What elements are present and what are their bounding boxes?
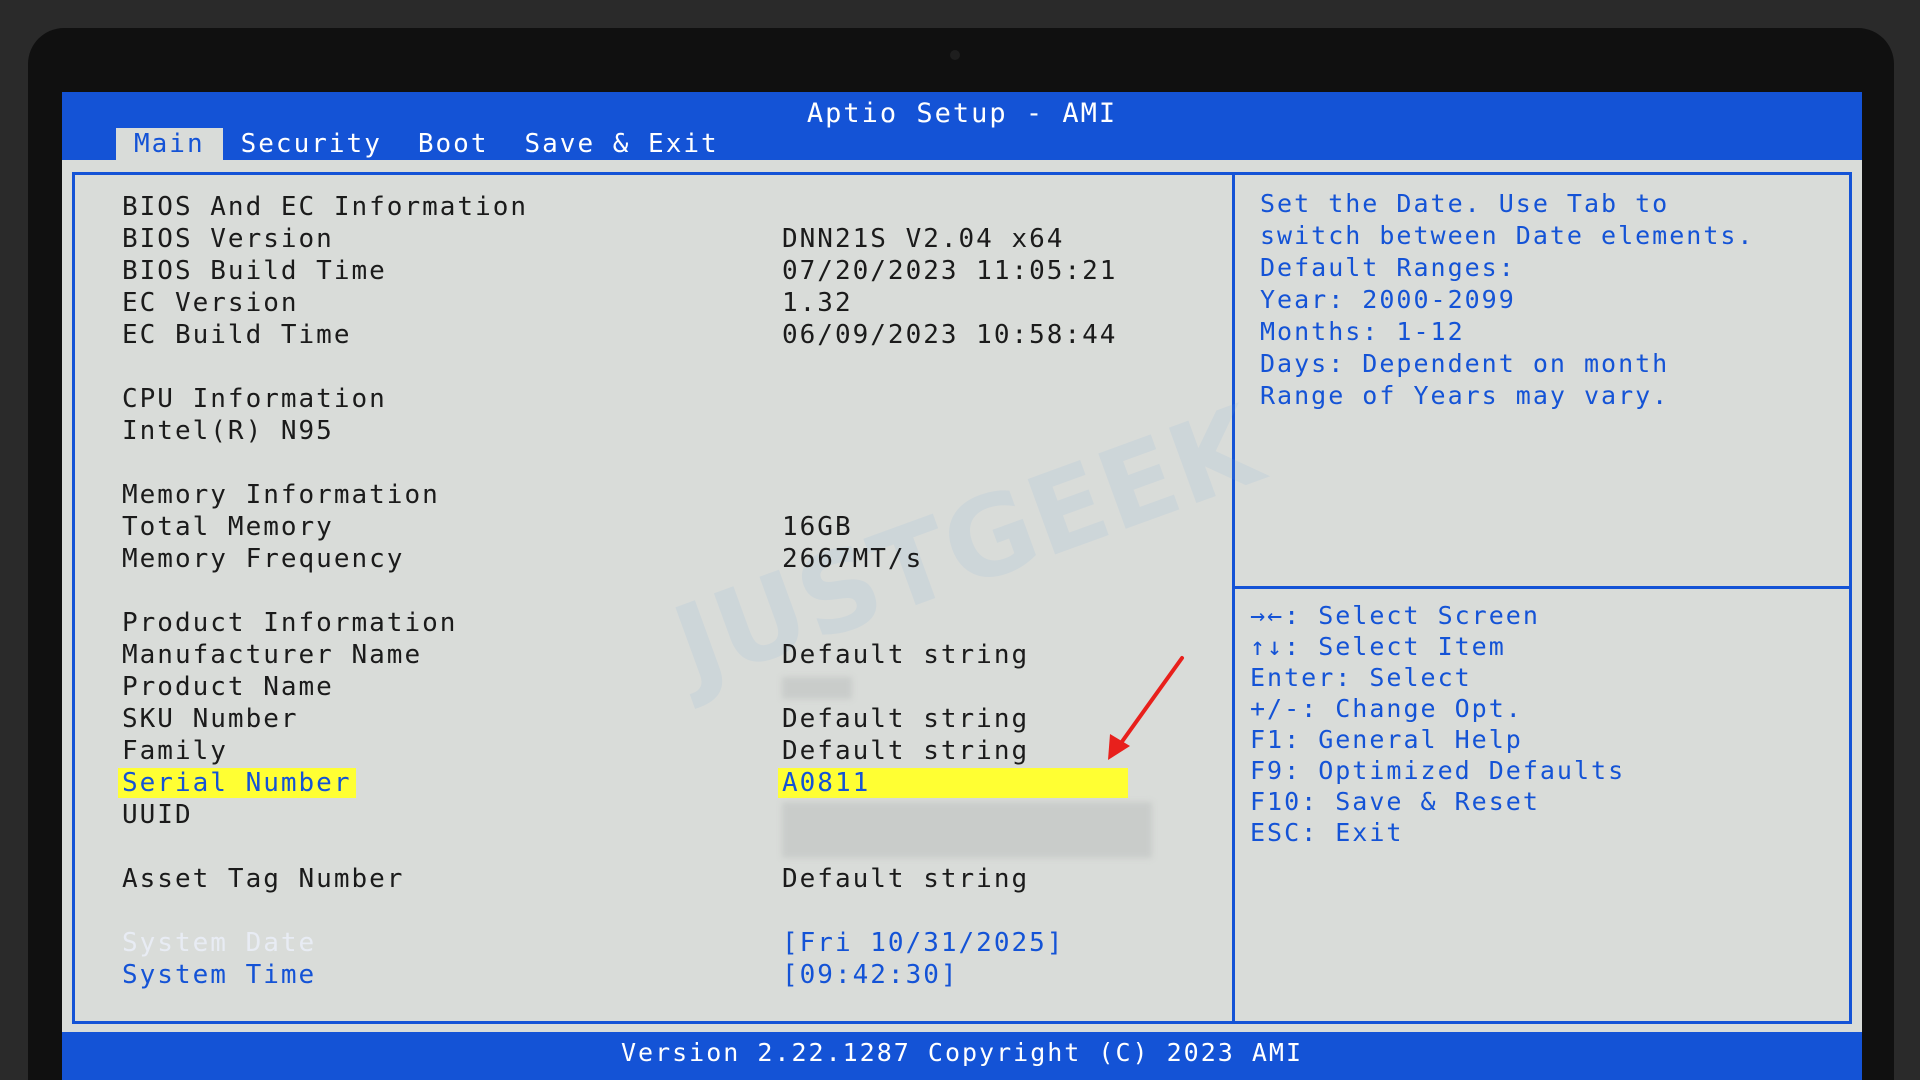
key-legend: →←: Select Screen ↑↓: Select Item Enter:… xyxy=(1250,600,1840,848)
system-time-label[interactable]: System Time xyxy=(118,960,320,990)
system-time-row[interactable]: System Time [09:42:30] xyxy=(118,960,957,992)
serial-number-row[interactable]: Serial Number A0811 xyxy=(118,768,1128,800)
ec-build-time-label: EC Build Time xyxy=(122,320,352,350)
tab-boot[interactable]: Boot xyxy=(400,128,507,160)
tab-main[interactable]: Main xyxy=(116,128,223,160)
total-memory-value: 16GB xyxy=(782,512,853,542)
help-line: Days: Dependent on month xyxy=(1260,349,1670,378)
webcam xyxy=(950,50,960,60)
product-header-row: Product Information xyxy=(118,608,455,640)
footer-bar: Version 2.22.1287 Copyright (C) 2023 AMI xyxy=(62,1032,1862,1080)
family-value: Default string xyxy=(782,736,1030,766)
bios-build-time-row: BIOS Build Time 07/20/2023 11:05:21 xyxy=(118,256,1115,288)
red-arrow-icon xyxy=(1108,656,1184,760)
help-line: Range of Years may vary. xyxy=(1260,381,1670,410)
system-time-value[interactable]: [09:42:30] xyxy=(778,960,963,990)
help-text: Set the Date. Use Tab to switch between … xyxy=(1260,188,1840,412)
uuid-value-redacted xyxy=(778,800,1156,865)
asset-tag-row: Asset Tag Number Default string xyxy=(118,864,1027,896)
total-memory-row: Total Memory 16GB xyxy=(118,512,851,544)
system-date-value[interactable]: [Fri 10/31/2025] xyxy=(778,928,1068,958)
app-title: Aptio Setup - AMI xyxy=(806,98,1118,129)
ec-version-row: EC Version 1.32 xyxy=(118,288,851,320)
memory-frequency-label: Memory Frequency xyxy=(122,544,405,574)
title-bar: Aptio Setup - AMI Main Security Boot Sav… xyxy=(62,92,1862,160)
product-name-row: Product Name xyxy=(118,672,852,704)
product-header: Product Information xyxy=(122,608,458,638)
ec-version-label: EC Version xyxy=(122,288,299,318)
help-divider xyxy=(1235,586,1852,589)
cpu-name: Intel(R) N95 xyxy=(122,416,334,446)
help-line: switch between Date elements. xyxy=(1260,221,1755,250)
asset-tag-label: Asset Tag Number xyxy=(122,864,405,894)
memory-frequency-value: 2667MT/s xyxy=(782,544,924,574)
redaction-blur xyxy=(782,677,852,699)
vertical-divider xyxy=(1232,172,1235,1024)
manufacturer-name-value: Default string xyxy=(782,640,1030,670)
bios-version-row: BIOS Version DNN21S V2.04 x64 xyxy=(118,224,1062,256)
key-exit: ESC: Exit xyxy=(1250,818,1404,847)
redaction-blur xyxy=(782,802,1152,858)
help-line: Default Ranges: xyxy=(1260,253,1516,282)
bios-build-time-label: BIOS Build Time xyxy=(122,256,387,286)
asset-tag-value: Default string xyxy=(782,864,1030,894)
family-row: Family Default string xyxy=(118,736,1027,768)
tab-bar: Main Security Boot Save & Exit xyxy=(116,128,737,160)
key-save-reset: F10: Save & Reset xyxy=(1250,787,1540,816)
uuid-label: UUID xyxy=(122,800,193,830)
memory-header: Memory Information xyxy=(122,480,440,510)
sku-number-label: SKU Number xyxy=(122,704,299,734)
total-memory-label: Total Memory xyxy=(122,512,334,542)
key-enter-select: Enter: Select xyxy=(1250,663,1472,692)
system-date-label[interactable]: System Date xyxy=(118,928,320,958)
help-line: Year: 2000-2099 xyxy=(1260,285,1516,314)
key-select-screen: →←: Select Screen xyxy=(1250,601,1540,630)
bios-ec-header: BIOS And EC Information xyxy=(122,192,529,222)
key-general-help: F1: General Help xyxy=(1250,725,1523,754)
tab-security[interactable]: Security xyxy=(223,128,400,160)
memory-header-row: Memory Information xyxy=(118,480,438,512)
ec-build-time-row: EC Build Time 06/09/2023 10:58:44 xyxy=(118,320,1115,352)
help-line: Set the Date. Use Tab to xyxy=(1260,189,1670,218)
cpu-name-row: Intel(R) N95 xyxy=(118,416,332,448)
sku-number-row: SKU Number Default string xyxy=(118,704,1027,736)
cpu-header: CPU Information xyxy=(122,384,387,414)
bios-build-time-value: 07/20/2023 11:05:21 xyxy=(782,256,1118,286)
product-name-value-redacted xyxy=(778,672,856,706)
system-date-row[interactable]: System Date [Fri 10/31/2025] xyxy=(118,928,1062,960)
sku-number-value: Default string xyxy=(782,704,1030,734)
bios-ec-header-row: BIOS And EC Information xyxy=(118,192,526,224)
cpu-header-row: CPU Information xyxy=(118,384,385,416)
key-change-opt: +/-: Change Opt. xyxy=(1250,694,1523,723)
ec-version-value: 1.32 xyxy=(782,288,853,318)
product-name-label: Product Name xyxy=(122,672,334,702)
memory-frequency-row: Memory Frequency 2667MT/s xyxy=(118,544,921,576)
ec-build-time-value: 06/09/2023 10:58:44 xyxy=(782,320,1118,350)
tab-save-exit[interactable]: Save & Exit xyxy=(506,128,736,160)
key-select-item: ↑↓: Select Item xyxy=(1250,632,1506,661)
bios-screen: Aptio Setup - AMI Main Security Boot Sav… xyxy=(62,92,1862,1080)
manufacturer-name-label: Manufacturer Name xyxy=(122,640,423,670)
key-optimized-defaults: F9: Optimized Defaults xyxy=(1250,756,1626,785)
bios-version-label: BIOS Version xyxy=(122,224,334,254)
uuid-row: UUID xyxy=(118,800,1152,858)
bios-version-value: DNN21S V2.04 x64 xyxy=(782,224,1065,254)
help-line: Months: 1-12 xyxy=(1260,317,1465,346)
serial-number-value: A0811 xyxy=(778,768,1128,798)
serial-number-label[interactable]: Serial Number xyxy=(118,768,356,798)
family-label: Family xyxy=(122,736,228,766)
manufacturer-row: Manufacturer Name Default string xyxy=(118,640,1027,672)
